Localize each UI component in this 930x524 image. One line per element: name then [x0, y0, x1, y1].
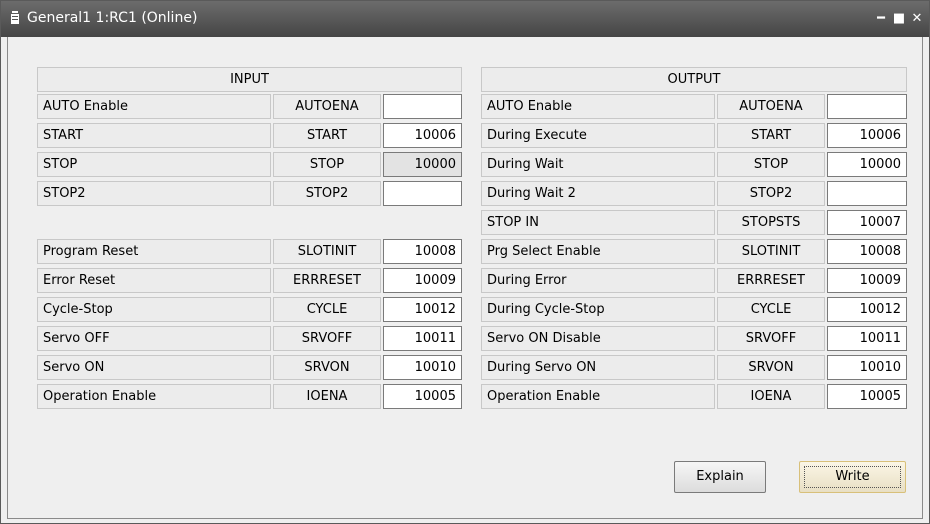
output-label-during-error: During Error: [481, 268, 715, 293]
input-code-autoena: AUTOENA: [273, 94, 381, 119]
input-value-auto-enable[interactable]: [383, 94, 462, 119]
input-code-ioena: IOENA: [273, 384, 381, 409]
output-value-servo-on-disable[interactable]: 10011: [827, 326, 907, 351]
input-value-operation-enable[interactable]: 10005: [383, 384, 462, 409]
input-label-stop2: STOP2: [37, 181, 271, 206]
input-value-stop2[interactable]: [383, 181, 462, 206]
output-label-during-wait-2: During Wait 2: [481, 181, 715, 206]
input-value-servo-on[interactable]: 10010: [383, 355, 462, 380]
input-value-program-reset[interactable]: 10008: [383, 239, 462, 264]
input-header-label: INPUT: [230, 72, 269, 87]
output-label-operation-enable: Operation Enable: [481, 384, 715, 409]
output-value-during-wait-2[interactable]: [827, 181, 907, 206]
input-value-error-reset[interactable]: 10009: [383, 268, 462, 293]
input-value-start[interactable]: 10006: [383, 123, 462, 148]
output-code-errreset: ERRRESET: [717, 268, 825, 293]
output-code-srvon: SRVON: [717, 355, 825, 380]
output-code-start: START: [717, 123, 825, 148]
output-label-prg-select-enable: Prg Select Enable: [481, 239, 715, 264]
input-code-errreset: ERRRESET: [273, 268, 381, 293]
explain-button[interactable]: Explain: [674, 461, 766, 493]
output-header: OUTPUT: [481, 67, 907, 92]
input-code-srvoff: SRVOFF: [273, 326, 381, 351]
output-label-auto-enable: AUTO Enable: [481, 94, 715, 119]
output-code-stop: STOP: [717, 152, 825, 177]
input-label-auto-enable: AUTO Enable: [37, 94, 271, 119]
output-code-stopsts: STOPSTS: [717, 210, 825, 235]
title-bar[interactable]: General1 1:RC1 (Online) ━ ■ ✕: [1, 1, 929, 37]
input-value-cycle-stop[interactable]: 10012: [383, 297, 462, 322]
client-area: INPUT OUTPUT AUTO Enable AUTOENA START S…: [7, 37, 923, 519]
explain-button-label: Explain: [696, 469, 744, 484]
input-code-cycle: CYCLE: [273, 297, 381, 322]
output-code-srvoff: SRVOFF: [717, 326, 825, 351]
output-value-during-cycle-stop[interactable]: 10012: [827, 297, 907, 322]
output-label-during-servo-on: During Servo ON: [481, 355, 715, 380]
minimize-icon[interactable]: ━: [873, 11, 889, 27]
output-value-operation-enable[interactable]: 10005: [827, 384, 907, 409]
write-button-label: Write: [835, 469, 870, 484]
input-label-error-reset: Error Reset: [37, 268, 271, 293]
output-value-prg-select-enable[interactable]: 10008: [827, 239, 907, 264]
input-header: INPUT: [37, 67, 462, 92]
output-value-during-error[interactable]: 10009: [827, 268, 907, 293]
input-label-servo-off: Servo OFF: [37, 326, 271, 351]
output-code-stop2: STOP2: [717, 181, 825, 206]
input-label-start: START: [37, 123, 271, 148]
input-code-srvon: SRVON: [273, 355, 381, 380]
write-button[interactable]: Write: [799, 461, 906, 493]
input-label-servo-on: Servo ON: [37, 355, 271, 380]
output-value-during-servo-on[interactable]: 10010: [827, 355, 907, 380]
output-value-during-wait[interactable]: 10000: [827, 152, 907, 177]
output-code-autoena: AUTOENA: [717, 94, 825, 119]
output-label-during-wait: During Wait: [481, 152, 715, 177]
maximize-icon[interactable]: ■: [891, 11, 907, 27]
input-code-slotinit: SLOTINIT: [273, 239, 381, 264]
input-code-stop2: STOP2: [273, 181, 381, 206]
input-label-cycle-stop: Cycle-Stop: [37, 297, 271, 322]
output-label-servo-on-disable: Servo ON Disable: [481, 326, 715, 351]
input-label-stop: STOP: [37, 152, 271, 177]
output-header-label: OUTPUT: [667, 72, 721, 87]
input-code-start: START: [273, 123, 381, 148]
input-label-program-reset: Program Reset: [37, 239, 271, 264]
output-value-stop-in[interactable]: 10007: [827, 210, 907, 235]
input-code-stop: STOP: [273, 152, 381, 177]
output-value-auto-enable[interactable]: [827, 94, 907, 119]
input-value-servo-off[interactable]: 10011: [383, 326, 462, 351]
output-code-ioena: IOENA: [717, 384, 825, 409]
close-icon[interactable]: ✕: [909, 11, 925, 27]
output-code-slotinit: SLOTINIT: [717, 239, 825, 264]
window-title: General1 1:RC1 (Online): [27, 10, 198, 26]
general-window: General1 1:RC1 (Online) ━ ■ ✕ INPUT OUTP…: [0, 0, 930, 524]
input-value-stop[interactable]: 10000: [383, 152, 462, 177]
output-value-during-execute[interactable]: 10006: [827, 123, 907, 148]
output-label-during-cycle-stop: During Cycle-Stop: [481, 297, 715, 322]
output-label-during-execute: During Execute: [481, 123, 715, 148]
document-icon: [11, 11, 19, 24]
output-label-stop-in: STOP IN: [481, 210, 715, 235]
output-code-cycle: CYCLE: [717, 297, 825, 322]
input-label-operation-enable: Operation Enable: [37, 384, 271, 409]
